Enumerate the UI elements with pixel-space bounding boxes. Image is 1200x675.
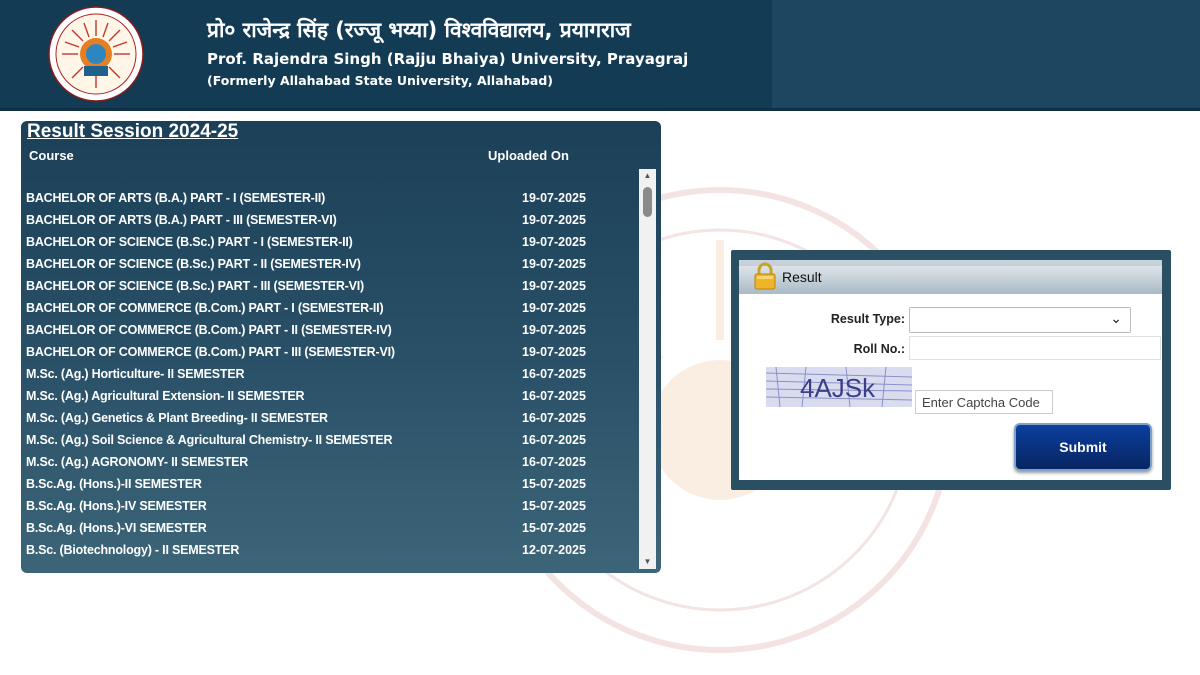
- list-item[interactable]: M.Sc. (Ag.) Soil Science & Agricultural …: [21, 429, 637, 451]
- list-item[interactable]: BACHELOR OF ARTS (B.A.) PART - I (SEMEST…: [21, 187, 637, 209]
- course-link[interactable]: BACHELOR OF SCIENCE (B.Sc.) PART - I (SE…: [26, 235, 353, 249]
- course-link[interactable]: M.Sc. (Ag.) Genetics & Plant Breeding- I…: [26, 411, 328, 425]
- results-scrollbar[interactable]: ▲ ▼: [639, 169, 656, 569]
- upload-date: 19-07-2025: [522, 323, 586, 337]
- upload-date: 15-07-2025: [522, 477, 586, 491]
- upload-date: 19-07-2025: [522, 213, 586, 227]
- course-link[interactable]: BACHELOR OF ARTS (B.A.) PART - I (SEMEST…: [26, 191, 325, 205]
- submit-button[interactable]: Submit: [1014, 423, 1152, 471]
- list-item[interactable]: B.Sc.Ag. (Hons.)-II SEMESTER 15-07-2025: [21, 473, 637, 495]
- course-link[interactable]: M.Sc. (Ag.) Horticulture- II SEMESTER: [26, 367, 245, 381]
- course-link[interactable]: BACHELOR OF SCIENCE (B.Sc.) PART - III (…: [26, 279, 364, 293]
- scroll-down-arrow-icon[interactable]: ▼: [639, 555, 656, 569]
- course-link[interactable]: BACHELOR OF ARTS (B.A.) PART - III (SEME…: [26, 213, 337, 227]
- upload-date: 15-07-2025: [522, 521, 586, 535]
- course-link[interactable]: BACHELOR OF COMMERCE (B.Com.) PART - I (…: [26, 301, 384, 315]
- list-item[interactable]: B.Sc.Ag. (Hons.)-VI SEMESTER 15-07-2025: [21, 517, 637, 539]
- upload-date: 19-07-2025: [522, 257, 586, 271]
- list-item[interactable]: BACHELOR OF ARTS (B.A.) PART - III (SEME…: [21, 209, 637, 231]
- captcha-text: 4AJSk: [800, 373, 876, 403]
- course-link[interactable]: BACHELOR OF COMMERCE (B.Com.) PART - II …: [26, 323, 392, 337]
- upload-date: 16-07-2025: [522, 411, 586, 425]
- upload-date: 12-07-2025: [522, 543, 586, 557]
- result-form-header: Result: [739, 260, 1162, 294]
- column-header-uploaded-on: Uploaded On: [488, 148, 569, 163]
- upload-date: 19-07-2025: [522, 345, 586, 359]
- list-item[interactable]: BACHELOR OF COMMERCE (B.Com.) PART - III…: [21, 341, 637, 363]
- upload-date: 19-07-2025: [522, 191, 586, 205]
- captcha-input[interactable]: Enter Captcha Code: [915, 390, 1053, 414]
- header-divider: [0, 108, 1200, 111]
- roll-number-label: Roll No.:: [853, 342, 905, 356]
- upload-date: 16-07-2025: [522, 367, 586, 381]
- list-item[interactable]: M.Sc. (Ag.) Genetics & Plant Breeding- I…: [21, 407, 637, 429]
- upload-date: 19-07-2025: [522, 279, 586, 293]
- header-right-band: [772, 0, 1200, 108]
- course-link[interactable]: BACHELOR OF SCIENCE (B.Sc.) PART - II (S…: [26, 257, 361, 271]
- lock-icon: [754, 262, 776, 290]
- upload-date: 16-07-2025: [522, 433, 586, 447]
- course-link[interactable]: M.Sc. (Ag.) AGRONOMY- II SEMESTER: [26, 455, 248, 469]
- scroll-up-arrow-icon[interactable]: ▲: [639, 169, 656, 183]
- chevron-down-icon: ⌄: [1110, 310, 1122, 326]
- roll-number-input[interactable]: [909, 336, 1161, 360]
- column-header-course: Course: [29, 148, 74, 163]
- course-link[interactable]: M.Sc. (Ag.) Soil Science & Agricultural …: [26, 433, 393, 447]
- result-type-select[interactable]: ⌄: [909, 307, 1131, 333]
- upload-date: 19-07-2025: [522, 301, 586, 315]
- course-link[interactable]: B.Sc.Ag. (Hons.)-VI SEMESTER: [26, 521, 207, 535]
- captcha-image: 4AJSk: [766, 367, 912, 407]
- list-item[interactable]: BACHELOR OF SCIENCE (B.Sc.) PART - II (S…: [21, 253, 637, 275]
- list-item[interactable]: M.Sc. (Ag.) AGRONOMY- II SEMESTER 16-07-…: [21, 451, 637, 473]
- upload-date: 15-07-2025: [522, 499, 586, 513]
- upload-date: 16-07-2025: [522, 389, 586, 403]
- list-item[interactable]: M.Sc. (Ag.) Horticulture- II SEMESTER 16…: [21, 363, 637, 385]
- university-logo-icon: [48, 6, 144, 102]
- result-form-box: Result Result Type: ⌄ Roll No.: 4AJSk En…: [731, 250, 1171, 490]
- course-link[interactable]: B.Sc. (Biotechnology) - II SEMESTER: [26, 543, 239, 557]
- course-link[interactable]: BACHELOR OF COMMERCE (B.Com.) PART - III…: [26, 345, 395, 359]
- list-item[interactable]: BACHELOR OF COMMERCE (B.Com.) PART - I (…: [21, 297, 637, 319]
- scroll-thumb[interactable]: [643, 187, 652, 217]
- university-subtitle: (Formerly Allahabad State University, Al…: [207, 73, 554, 88]
- upload-date: 16-07-2025: [522, 455, 586, 469]
- result-type-label: Result Type:: [830, 312, 905, 326]
- result-form-title: Result: [782, 269, 822, 285]
- site-header: प्रो० राजेन्द्र सिंह (रज्जू भय्या) विश्व…: [0, 0, 1200, 108]
- university-title-hindi: प्रो० राजेन्द्र सिंह (रज्जू भय्या) विश्व…: [207, 18, 631, 42]
- results-list: BACHELOR OF ARTS (B.A.) PART - I (SEMEST…: [21, 187, 637, 571]
- university-title-english: Prof. Rajendra Singh (Rajju Bhaiya) Univ…: [207, 50, 689, 68]
- list-item[interactable]: M.Sc. (Ag.) Agricultural Extension- II S…: [21, 385, 637, 407]
- list-item[interactable]: B.Sc. (Biotechnology) - II SEMESTER 12-0…: [21, 539, 637, 561]
- list-item[interactable]: BACHELOR OF SCIENCE (B.Sc.) PART - I (SE…: [21, 231, 637, 253]
- course-link[interactable]: B.Sc.Ag. (Hons.)-IV SEMESTER: [26, 499, 207, 513]
- course-link[interactable]: B.Sc.Ag. (Hons.)-II SEMESTER: [26, 477, 202, 491]
- list-item[interactable]: BACHELOR OF SCIENCE (B.Sc.) PART - III (…: [21, 275, 637, 297]
- session-title: Result Session 2024-25: [27, 121, 239, 142]
- results-panel: Result Session 2024-25 Course Uploaded O…: [21, 121, 661, 573]
- list-item[interactable]: B.Sc.Ag. (Hons.)-IV SEMESTER 15-07-2025: [21, 495, 637, 517]
- result-form: Result Result Type: ⌄ Roll No.: 4AJSk En…: [739, 260, 1162, 480]
- course-link[interactable]: M.Sc. (Ag.) Agricultural Extension- II S…: [26, 389, 305, 403]
- list-item[interactable]: BACHELOR OF COMMERCE (B.Com.) PART - II …: [21, 319, 637, 341]
- upload-date: 19-07-2025: [522, 235, 586, 249]
